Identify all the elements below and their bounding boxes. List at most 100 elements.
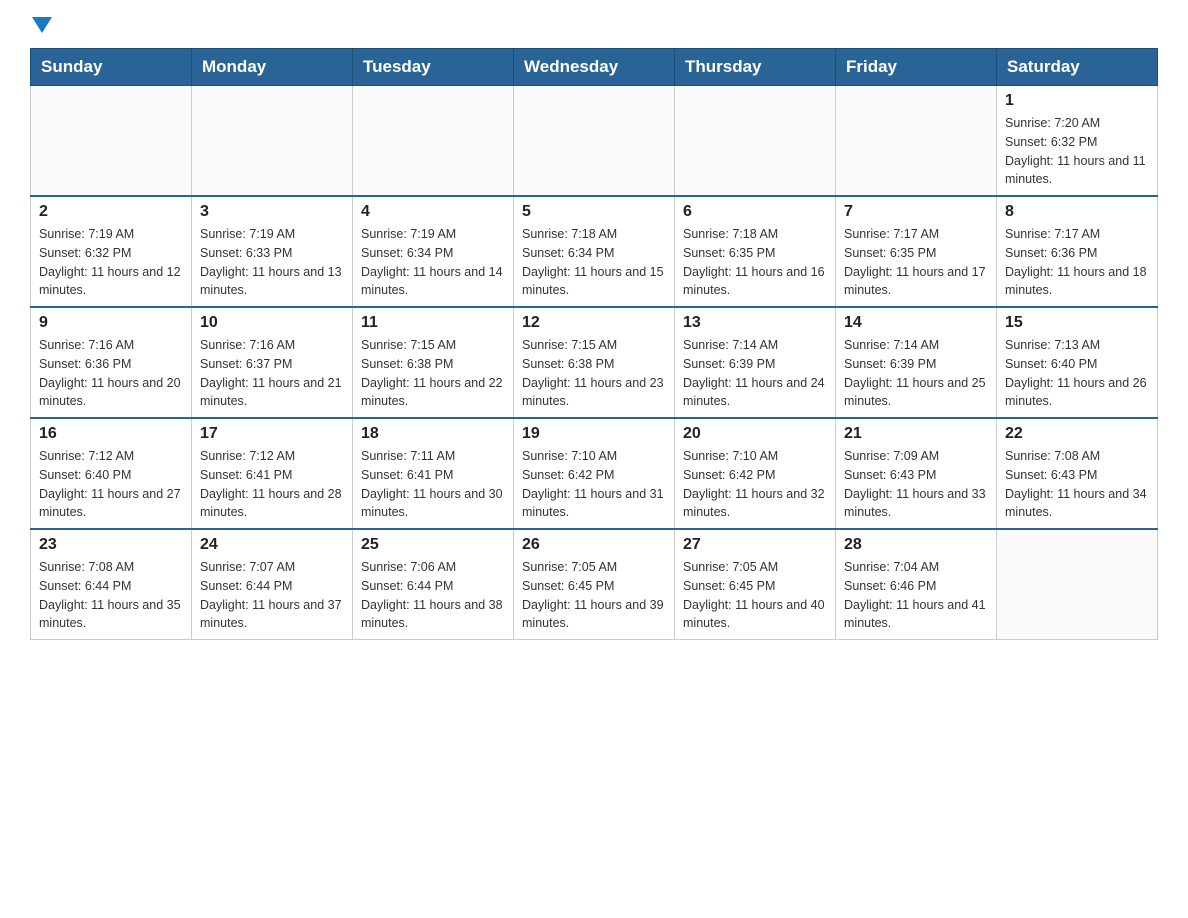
calendar-day-cell: 5 Sunrise: 7:18 AMSunset: 6:34 PMDaylight… xyxy=(514,196,675,307)
day-number: 26 xyxy=(522,536,666,554)
day-info: Sunrise: 7:14 AMSunset: 6:39 PMDaylight:… xyxy=(683,336,827,411)
day-info: Sunrise: 7:17 AMSunset: 6:35 PMDaylight:… xyxy=(844,225,988,300)
weekday-header-friday: Friday xyxy=(836,49,997,86)
calendar-day-cell: 16 Sunrise: 7:12 AMSunset: 6:40 PMDayligh… xyxy=(31,418,192,529)
day-number: 3 xyxy=(200,203,344,221)
calendar-day-cell: 1 Sunrise: 7:20 AMSunset: 6:32 PMDaylight… xyxy=(997,86,1158,197)
weekday-header-thursday: Thursday xyxy=(675,49,836,86)
calendar-day-cell: 22Sunrise: 7:08 AMSunset: 6:43 PMDayligh… xyxy=(997,418,1158,529)
calendar-week-row: 23Sunrise: 7:08 AMSunset: 6:44 PMDayligh… xyxy=(31,529,1158,640)
calendar-day-cell: 26 Sunrise: 7:05 AMSunset: 6:45 PMDayligh… xyxy=(514,529,675,640)
calendar-day-cell: 14 Sunrise: 7:14 AMSunset: 6:39 PMDayligh… xyxy=(836,307,997,418)
day-number: 21 xyxy=(844,425,988,443)
day-number: 14 xyxy=(844,314,988,332)
day-number: 16 xyxy=(39,425,183,443)
day-number: 1 xyxy=(1005,92,1149,110)
day-info: Sunrise: 7:18 AMSunset: 6:34 PMDaylight:… xyxy=(522,225,666,300)
day-number: 17 xyxy=(200,425,344,443)
calendar-day-cell: 18 Sunrise: 7:11 AMSunset: 6:41 PMDayligh… xyxy=(353,418,514,529)
day-number: 5 xyxy=(522,203,666,221)
day-info: Sunrise: 7:12 AMSunset: 6:40 PMDaylight:… xyxy=(39,447,183,522)
day-number: 6 xyxy=(683,203,827,221)
calendar-day-cell: 10 Sunrise: 7:16 AMSunset: 6:37 PMDayligh… xyxy=(192,307,353,418)
day-number: 8 xyxy=(1005,203,1149,221)
day-number: 18 xyxy=(361,425,505,443)
calendar-day-cell: 8Sunrise: 7:17 AMSunset: 6:36 PMDaylight… xyxy=(997,196,1158,307)
day-info: Sunrise: 7:10 AMSunset: 6:42 PMDaylight:… xyxy=(522,447,666,522)
day-number: 20 xyxy=(683,425,827,443)
logo-arrow-icon xyxy=(32,17,52,33)
day-info: Sunrise: 7:12 AMSunset: 6:41 PMDaylight:… xyxy=(200,447,344,522)
day-number: 2 xyxy=(39,203,183,221)
day-number: 19 xyxy=(522,425,666,443)
day-info: Sunrise: 7:18 AMSunset: 6:35 PMDaylight:… xyxy=(683,225,827,300)
weekday-header-tuesday: Tuesday xyxy=(353,49,514,86)
day-number: 7 xyxy=(844,203,988,221)
day-info: Sunrise: 7:07 AMSunset: 6:44 PMDaylight:… xyxy=(200,558,344,633)
calendar-day-cell xyxy=(31,86,192,197)
calendar-day-cell xyxy=(514,86,675,197)
weekday-header-monday: Monday xyxy=(192,49,353,86)
day-number: 10 xyxy=(200,314,344,332)
day-info: Sunrise: 7:16 AMSunset: 6:37 PMDaylight:… xyxy=(200,336,344,411)
logo xyxy=(30,20,52,38)
day-info: Sunrise: 7:16 AMSunset: 6:36 PMDaylight:… xyxy=(39,336,183,411)
day-info: Sunrise: 7:05 AMSunset: 6:45 PMDaylight:… xyxy=(522,558,666,633)
calendar-day-cell: 17 Sunrise: 7:12 AMSunset: 6:41 PMDayligh… xyxy=(192,418,353,529)
day-info: Sunrise: 7:14 AMSunset: 6:39 PMDaylight:… xyxy=(844,336,988,411)
day-info: Sunrise: 7:05 AMSunset: 6:45 PMDaylight:… xyxy=(683,558,827,633)
day-number: 24 xyxy=(200,536,344,554)
calendar-day-cell: 27 Sunrise: 7:05 AMSunset: 6:45 PMDayligh… xyxy=(675,529,836,640)
day-info: Sunrise: 7:20 AMSunset: 6:32 PMDaylight:… xyxy=(1005,114,1149,189)
calendar-day-cell: 9 Sunrise: 7:16 AMSunset: 6:36 PMDaylight… xyxy=(31,307,192,418)
calendar-day-cell: 28 Sunrise: 7:04 AMSunset: 6:46 PMDayligh… xyxy=(836,529,997,640)
day-number: 4 xyxy=(361,203,505,221)
day-number: 15 xyxy=(1005,314,1149,332)
day-info: Sunrise: 7:04 AMSunset: 6:46 PMDaylight:… xyxy=(844,558,988,633)
calendar-day-cell: 2 Sunrise: 7:19 AMSunset: 6:32 PMDaylight… xyxy=(31,196,192,307)
calendar-day-cell: 20 Sunrise: 7:10 AMSunset: 6:42 PMDayligh… xyxy=(675,418,836,529)
day-info: Sunrise: 7:10 AMSunset: 6:42 PMDaylight:… xyxy=(683,447,827,522)
calendar-week-row: 1 Sunrise: 7:20 AMSunset: 6:32 PMDaylight… xyxy=(31,86,1158,197)
day-info: Sunrise: 7:06 AMSunset: 6:44 PMDaylight:… xyxy=(361,558,505,633)
day-number: 9 xyxy=(39,314,183,332)
calendar-week-row: 9 Sunrise: 7:16 AMSunset: 6:36 PMDaylight… xyxy=(31,307,1158,418)
calendar-day-cell xyxy=(192,86,353,197)
page-header xyxy=(30,20,1158,38)
day-info: Sunrise: 7:19 AMSunset: 6:33 PMDaylight:… xyxy=(200,225,344,300)
calendar-day-cell: 19 Sunrise: 7:10 AMSunset: 6:42 PMDayligh… xyxy=(514,418,675,529)
calendar-day-cell: 4 Sunrise: 7:19 AMSunset: 6:34 PMDaylight… xyxy=(353,196,514,307)
calendar-day-cell xyxy=(353,86,514,197)
day-number: 27 xyxy=(683,536,827,554)
calendar-day-cell: 24 Sunrise: 7:07 AMSunset: 6:44 PMDayligh… xyxy=(192,529,353,640)
calendar-week-row: 16 Sunrise: 7:12 AMSunset: 6:40 PMDayligh… xyxy=(31,418,1158,529)
day-number: 12 xyxy=(522,314,666,332)
calendar-day-cell: 6 Sunrise: 7:18 AMSunset: 6:35 PMDaylight… xyxy=(675,196,836,307)
calendar-day-cell: 3 Sunrise: 7:19 AMSunset: 6:33 PMDaylight… xyxy=(192,196,353,307)
calendar-header-row: SundayMondayTuesdayWednesdayThursdayFrid… xyxy=(31,49,1158,86)
calendar-day-cell: 7 Sunrise: 7:17 AMSunset: 6:35 PMDaylight… xyxy=(836,196,997,307)
day-info: Sunrise: 7:19 AMSunset: 6:32 PMDaylight:… xyxy=(39,225,183,300)
day-info: Sunrise: 7:13 AMSunset: 6:40 PMDaylight:… xyxy=(1005,336,1149,411)
weekday-header-saturday: Saturday xyxy=(997,49,1158,86)
weekday-header-sunday: Sunday xyxy=(31,49,192,86)
calendar-table: SundayMondayTuesdayWednesdayThursdayFrid… xyxy=(30,48,1158,640)
day-number: 13 xyxy=(683,314,827,332)
calendar-day-cell: 23Sunrise: 7:08 AMSunset: 6:44 PMDayligh… xyxy=(31,529,192,640)
calendar-day-cell xyxy=(997,529,1158,640)
calendar-day-cell: 12 Sunrise: 7:15 AMSunset: 6:38 PMDayligh… xyxy=(514,307,675,418)
calendar-week-row: 2 Sunrise: 7:19 AMSunset: 6:32 PMDaylight… xyxy=(31,196,1158,307)
day-number: 28 xyxy=(844,536,988,554)
day-number: 11 xyxy=(361,314,505,332)
calendar-day-cell xyxy=(675,86,836,197)
calendar-day-cell: 25 Sunrise: 7:06 AMSunset: 6:44 PMDayligh… xyxy=(353,529,514,640)
day-info: Sunrise: 7:08 AMSunset: 6:44 PMDaylight:… xyxy=(39,558,183,633)
weekday-header-wednesday: Wednesday xyxy=(514,49,675,86)
day-info: Sunrise: 7:11 AMSunset: 6:41 PMDaylight:… xyxy=(361,447,505,522)
day-info: Sunrise: 7:19 AMSunset: 6:34 PMDaylight:… xyxy=(361,225,505,300)
day-info: Sunrise: 7:09 AMSunset: 6:43 PMDaylight:… xyxy=(844,447,988,522)
day-info: Sunrise: 7:15 AMSunset: 6:38 PMDaylight:… xyxy=(361,336,505,411)
day-info: Sunrise: 7:15 AMSunset: 6:38 PMDaylight:… xyxy=(522,336,666,411)
day-number: 25 xyxy=(361,536,505,554)
calendar-day-cell xyxy=(836,86,997,197)
